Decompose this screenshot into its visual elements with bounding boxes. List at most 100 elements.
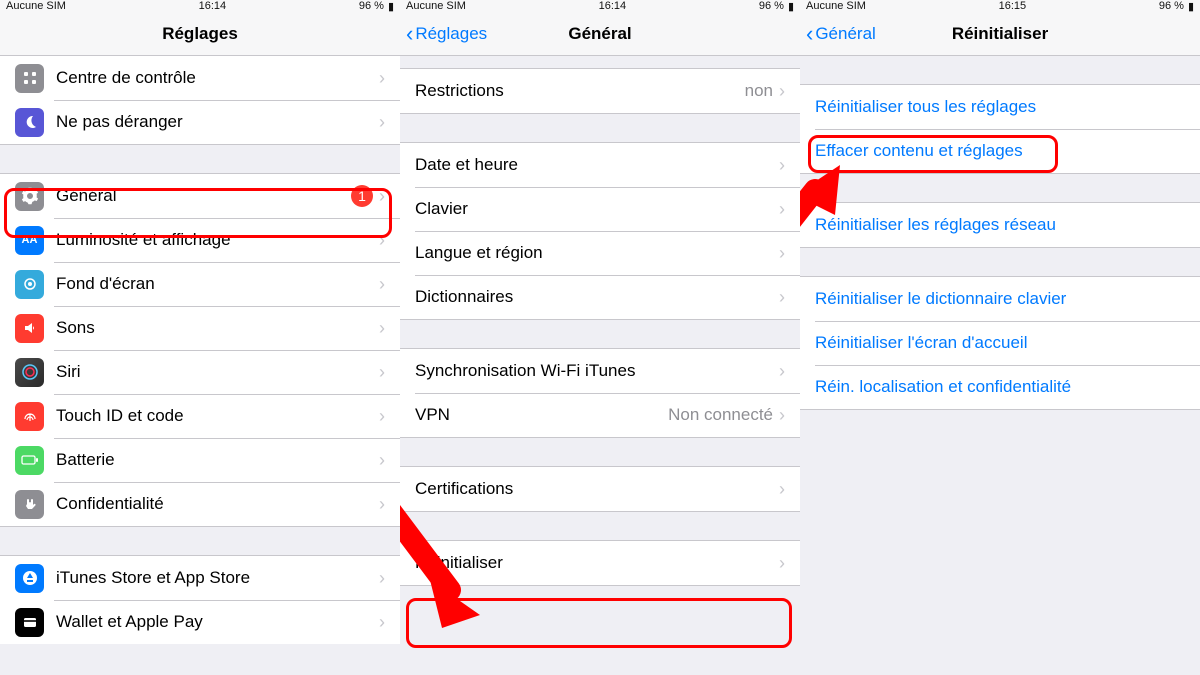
- clock: 16:15: [999, 0, 1027, 12]
- row-label: Réin. localisation et confidentialité: [815, 377, 1185, 397]
- row-touch-id[interactable]: Touch ID et code ›: [0, 394, 400, 438]
- status-bar: Aucune SIM 16:15 96 %▮: [800, 0, 1200, 12]
- chevron-right-icon: ›: [779, 155, 785, 176]
- row-label: Wallet et Apple Pay: [56, 612, 379, 632]
- siri-icon: [15, 358, 44, 387]
- row-label: Batterie: [56, 450, 379, 470]
- chevron-right-icon: ›: [779, 553, 785, 574]
- clock: 16:14: [199, 0, 227, 12]
- row-label: Centre de contrôle: [56, 68, 379, 88]
- row-label: Sons: [56, 318, 379, 338]
- chevron-right-icon: ›: [379, 274, 385, 295]
- row-sounds[interactable]: Sons ›: [0, 306, 400, 350]
- row-label: Réinitialiser tous les réglages: [815, 97, 1185, 117]
- carrier-label: Aucune SIM: [406, 0, 466, 12]
- row-erase-all-content[interactable]: Effacer contenu et réglages: [800, 129, 1200, 173]
- gear-icon: [15, 182, 44, 211]
- page-title: Réinitialiser: [952, 24, 1048, 44]
- chevron-right-icon: ›: [379, 450, 385, 471]
- chevron-right-icon: ›: [379, 230, 385, 251]
- row-reset-network[interactable]: Réinitialiser les réglages réseau: [800, 203, 1200, 247]
- chevron-right-icon: ›: [379, 318, 385, 339]
- page-title: Réglages: [162, 24, 238, 44]
- chevron-right-icon: ›: [379, 612, 385, 633]
- fingerprint-icon: [15, 402, 44, 431]
- chevron-right-icon: ›: [779, 81, 785, 102]
- notification-badge: 1: [351, 185, 373, 207]
- screen-reset: Aucune SIM 16:15 96 %▮ ‹ Général Réiniti…: [800, 0, 1200, 675]
- chevron-right-icon: ›: [379, 362, 385, 383]
- row-siri[interactable]: Siri ›: [0, 350, 400, 394]
- back-button[interactable]: ‹ Réglages: [406, 23, 487, 45]
- hand-icon: [15, 490, 44, 519]
- screen-settings: Aucune SIM 16:14 96 % ▮ Réglages Centre d…: [0, 0, 400, 675]
- chevron-right-icon: ›: [779, 479, 785, 500]
- row-battery[interactable]: Batterie ›: [0, 438, 400, 482]
- chevron-left-icon: ‹: [406, 23, 413, 45]
- row-reset-location-privacy[interactable]: Réin. localisation et confidentialité: [800, 365, 1200, 409]
- row-wallet[interactable]: Wallet et Apple Pay ›: [0, 600, 400, 644]
- row-label: Dictionnaires: [415, 287, 779, 307]
- row-dictionaries[interactable]: Dictionnaires ›: [400, 275, 800, 319]
- nav-bar: Réglages: [0, 12, 400, 56]
- row-label: Synchronisation Wi-Fi iTunes: [415, 361, 779, 381]
- row-label: Siri: [56, 362, 379, 382]
- wallet-icon: [15, 608, 44, 637]
- battery-icon: ▮: [1188, 0, 1194, 13]
- row-itunes-wifi-sync[interactable]: Synchronisation Wi-Fi iTunes ›: [400, 349, 800, 393]
- carrier-label: Aucune SIM: [6, 0, 66, 12]
- battery-icon: [15, 446, 44, 475]
- row-label: Effacer contenu et réglages: [815, 141, 1185, 161]
- battery-icon: ▮: [388, 0, 394, 13]
- back-button[interactable]: ‹ Général: [806, 23, 876, 45]
- row-control-center[interactable]: Centre de contrôle ›: [0, 56, 400, 100]
- row-label: Luminosité et affichage: [56, 230, 379, 250]
- row-label: Réinitialiser les réglages réseau: [815, 215, 1185, 235]
- nav-bar: ‹ Général Réinitialiser: [800, 12, 1200, 56]
- row-label: Général: [56, 186, 351, 206]
- row-do-not-disturb[interactable]: Ne pas déranger ›: [0, 100, 400, 144]
- row-label: Langue et région: [415, 243, 779, 263]
- back-label: Réglages: [415, 24, 487, 44]
- row-itunes-store[interactable]: iTunes Store et App Store ›: [0, 556, 400, 600]
- status-bar: Aucune SIM 16:14 96 % ▮: [0, 0, 400, 12]
- page-title: Général: [568, 24, 631, 44]
- row-reset-keyboard-dict[interactable]: Réinitialiser le dictionnaire clavier: [800, 277, 1200, 321]
- row-reset[interactable]: Réinitialiser ›: [400, 541, 800, 585]
- row-reset-home-screen[interactable]: Réinitialiser l'écran d'accueil: [800, 321, 1200, 365]
- battery-pct: 96 %: [359, 0, 384, 12]
- row-label: Réinitialiser l'écran d'accueil: [815, 333, 1185, 353]
- row-reset-all-settings[interactable]: Réinitialiser tous les réglages: [800, 85, 1200, 129]
- chevron-right-icon: ›: [779, 361, 785, 382]
- row-date-time[interactable]: Date et heure ›: [400, 143, 800, 187]
- row-language-region[interactable]: Langue et région ›: [400, 231, 800, 275]
- back-label: Général: [815, 24, 875, 44]
- chevron-right-icon: ›: [779, 287, 785, 308]
- row-label: Ne pas déranger: [56, 112, 379, 132]
- row-general[interactable]: Général 1 ›: [0, 174, 400, 218]
- row-wallpaper[interactable]: Fond d'écran ›: [0, 262, 400, 306]
- row-label: Réinitialiser le dictionnaire clavier: [815, 289, 1185, 309]
- moon-icon: [15, 108, 44, 137]
- row-label: Réinitialiser: [415, 553, 779, 573]
- row-label: Touch ID et code: [56, 406, 379, 426]
- row-restrictions[interactable]: Restrictions non ›: [400, 69, 800, 113]
- chevron-right-icon: ›: [779, 199, 785, 220]
- row-label: Certifications: [415, 479, 779, 499]
- chevron-right-icon: ›: [379, 568, 385, 589]
- chevron-right-icon: ›: [379, 406, 385, 427]
- row-label: Clavier: [415, 199, 779, 219]
- chevron-left-icon: ‹: [806, 23, 813, 45]
- row-keyboard[interactable]: Clavier ›: [400, 187, 800, 231]
- chevron-right-icon: ›: [379, 112, 385, 133]
- row-detail: non: [745, 81, 773, 101]
- row-vpn[interactable]: VPN Non connecté ›: [400, 393, 800, 437]
- chevron-right-icon: ›: [779, 243, 785, 264]
- row-label: Fond d'écran: [56, 274, 379, 294]
- row-display[interactable]: AA Luminosité et affichage ›: [0, 218, 400, 262]
- row-privacy[interactable]: Confidentialité ›: [0, 482, 400, 526]
- row-certifications[interactable]: Certifications ›: [400, 467, 800, 511]
- screen-general: Aucune SIM 16:14 96 %▮ ‹ Réglages Généra…: [400, 0, 800, 675]
- carrier-label: Aucune SIM: [806, 0, 866, 12]
- highlight-reset: [406, 598, 792, 648]
